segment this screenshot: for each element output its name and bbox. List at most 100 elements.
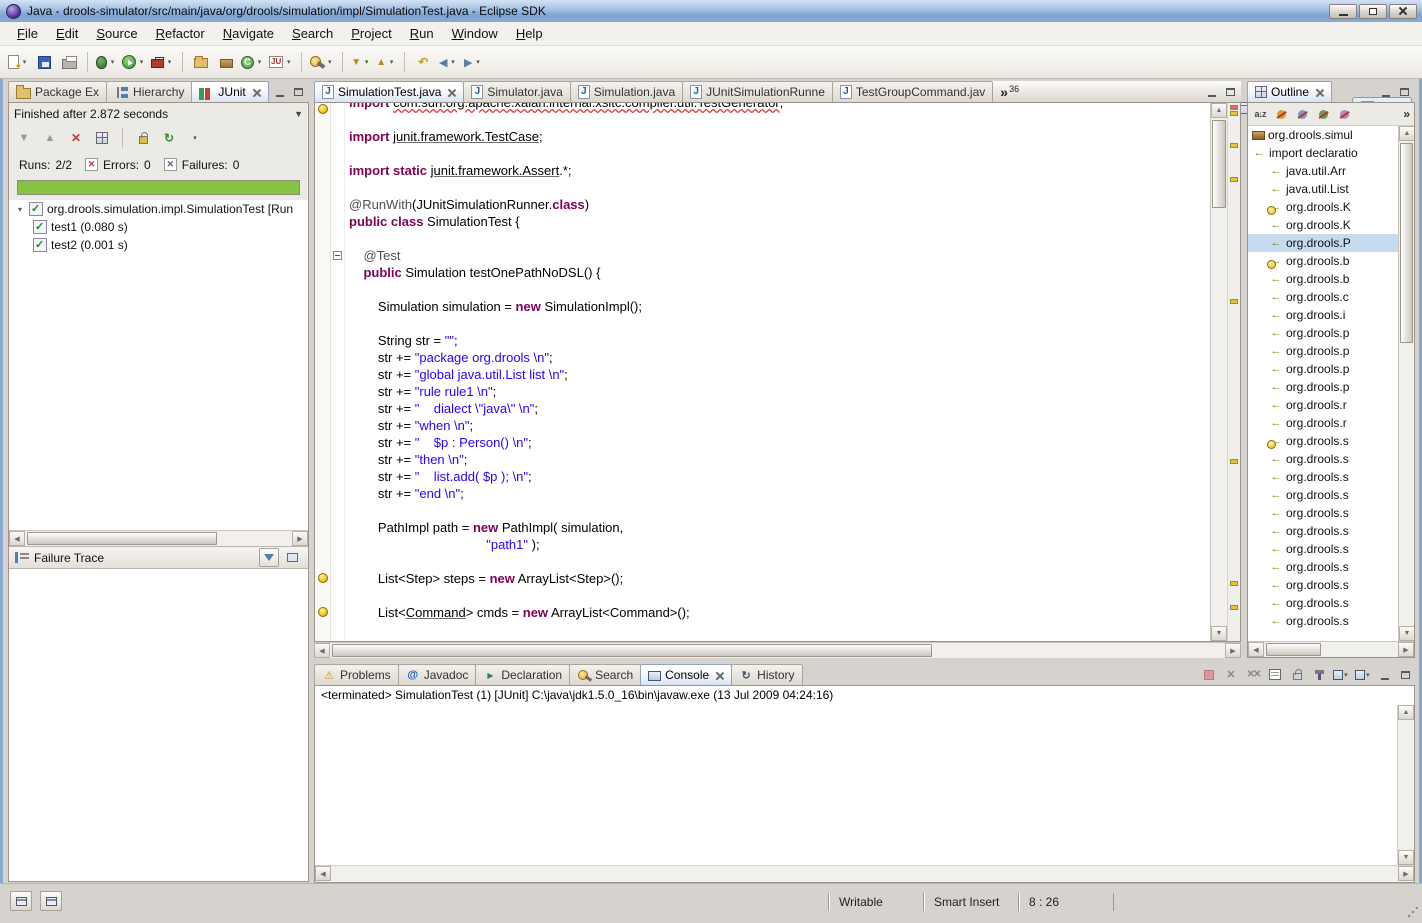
remove-launch-button[interactable]: ✕ bbox=[1223, 667, 1239, 682]
previous-annotation-button[interactable]: ▲▾ bbox=[374, 50, 398, 74]
console-tab-history[interactable]: History bbox=[731, 664, 802, 685]
editor-horizontal-scrollbar[interactable]: ◀ ▶ bbox=[314, 642, 1241, 658]
fast-view-button[interactable] bbox=[10, 891, 32, 911]
code-editor[interactable]: import com.sun.org.apache.xalan.internal… bbox=[345, 103, 1210, 641]
outline-item[interactable]: ←org.drools.P bbox=[1248, 234, 1398, 252]
close-window-button[interactable] bbox=[1389, 4, 1417, 19]
warning-marker-icon[interactable] bbox=[318, 104, 328, 114]
window-resize-grip[interactable] bbox=[1406, 907, 1418, 919]
new-java-project-button[interactable] bbox=[189, 50, 213, 74]
scroll-thumb[interactable] bbox=[1400, 143, 1413, 343]
view-menu-icon[interactable]: ▼ bbox=[294, 109, 303, 119]
junit-tree-item[interactable]: ▾org.drools.simulation.impl.SimulationTe… bbox=[9, 200, 308, 218]
console-output[interactable]: ▲ ▼ bbox=[315, 705, 1414, 865]
view-shortcut-button[interactable] bbox=[40, 891, 62, 911]
scroll-left-button[interactable]: ◀ bbox=[315, 866, 331, 881]
overview-annotation[interactable] bbox=[1230, 111, 1238, 116]
outline-item[interactable]: ←org.drools.s bbox=[1248, 558, 1398, 576]
menu-item-file[interactable]: File bbox=[8, 24, 47, 43]
editor-tab[interactable]: JJUnitSimulationRunne bbox=[682, 81, 833, 102]
outline-vertical-scrollbar[interactable]: ▲ ▼ bbox=[1398, 126, 1414, 641]
outline-item[interactable]: ←org.drools.K bbox=[1248, 198, 1398, 216]
scroll-down-button[interactable]: ▼ bbox=[1398, 850, 1414, 865]
overview-annotation[interactable] bbox=[1230, 143, 1238, 148]
close-tab-icon[interactable] bbox=[1315, 88, 1324, 97]
display-selected-console-button[interactable]: ▾ bbox=[1333, 667, 1349, 682]
console-tab-problems[interactable]: Problems bbox=[314, 664, 399, 685]
scroll-up-button[interactable]: ▲ bbox=[1211, 103, 1227, 118]
hide-static-members-button[interactable] bbox=[1294, 106, 1310, 122]
last-edit-location-button[interactable]: ↶ bbox=[411, 50, 435, 74]
outline-item[interactable]: ←java.util.List bbox=[1248, 180, 1398, 198]
scroll-left-button[interactable]: ◀ bbox=[314, 643, 330, 658]
outline-item[interactable]: ←org.drools.s bbox=[1248, 450, 1398, 468]
previous-failed-test-button[interactable]: ▲ bbox=[39, 127, 61, 149]
console-tab-search[interactable]: Search bbox=[569, 664, 641, 685]
menu-item-edit[interactable]: Edit bbox=[47, 24, 87, 43]
hide-fields-button[interactable] bbox=[1273, 106, 1289, 122]
outline-item[interactable]: ←java.util.Arr bbox=[1248, 162, 1398, 180]
overview-annotation[interactable] bbox=[1230, 581, 1238, 586]
editor-tab[interactable]: JTestGroupCommand.jav bbox=[832, 81, 993, 102]
scroll-lock-button[interactable] bbox=[1289, 667, 1305, 682]
maximize-editor-button[interactable] bbox=[1223, 85, 1238, 98]
outline-horizontal-scrollbar[interactable]: ◀ ▶ bbox=[1248, 641, 1414, 657]
outline-item[interactable]: ←org.drools.s bbox=[1248, 522, 1398, 540]
clear-console-button[interactable] bbox=[1267, 667, 1283, 682]
scroll-thumb[interactable] bbox=[1212, 120, 1226, 208]
outline-item[interactable]: ←org.drools.s bbox=[1248, 540, 1398, 558]
outline-item[interactable]: ←org.drools.p bbox=[1248, 342, 1398, 360]
view-tab-package-ex[interactable]: Package Ex bbox=[8, 81, 107, 102]
outline-item[interactable]: ←org.drools.s bbox=[1248, 504, 1398, 522]
scroll-thumb[interactable] bbox=[27, 532, 217, 545]
scroll-thumb[interactable] bbox=[1266, 643, 1321, 656]
collapse-region-icon[interactable] bbox=[333, 251, 342, 260]
filter-stack-trace-button[interactable] bbox=[259, 548, 279, 567]
overview-annotation[interactable] bbox=[1230, 299, 1238, 304]
console-tab-console[interactable]: Console bbox=[640, 664, 732, 685]
editor-tab[interactable]: JSimulator.java bbox=[463, 81, 570, 102]
show-failures-only-button[interactable] bbox=[91, 127, 113, 149]
external-tools-button[interactable]: ▾ bbox=[149, 50, 176, 74]
menu-item-window[interactable]: Window bbox=[443, 24, 507, 43]
outline-item[interactable]: ←org.drools.s bbox=[1248, 594, 1398, 612]
menu-item-project[interactable]: Project bbox=[342, 24, 400, 43]
toolbar-overflow-chevron[interactable]: » bbox=[1403, 107, 1410, 121]
scroll-lock-button[interactable] bbox=[132, 127, 154, 149]
view-tab-hierarchy[interactable]: Hierarchy bbox=[106, 81, 192, 102]
debug-button[interactable]: ▾ bbox=[94, 50, 119, 74]
outline-item[interactable]: ←org.drools.p bbox=[1248, 360, 1398, 378]
view-tab-outline[interactable]: Outline bbox=[1247, 81, 1332, 102]
editor-vertical-scrollbar[interactable]: ▲ ▼ bbox=[1210, 103, 1227, 641]
hide-local-types-button[interactable] bbox=[1336, 106, 1352, 122]
new-junit-test-button[interactable]: JU▾ bbox=[267, 50, 295, 74]
scroll-down-button[interactable]: ▼ bbox=[1211, 626, 1227, 641]
outline-item[interactable]: ←org.drools.s bbox=[1248, 612, 1398, 630]
outline-item[interactable]: ←org.drools.s bbox=[1248, 468, 1398, 486]
terminate-button[interactable] bbox=[1201, 667, 1217, 682]
restore-window-button[interactable] bbox=[1359, 4, 1387, 19]
outline-item[interactable]: ←org.drools.s bbox=[1248, 486, 1398, 504]
scroll-right-button[interactable]: ▶ bbox=[1398, 866, 1414, 881]
back-button[interactable]: ◀▾ bbox=[436, 50, 460, 74]
outline-item[interactable]: ←org.drools.r bbox=[1248, 396, 1398, 414]
new-wizard-button[interactable]: ▾ bbox=[6, 50, 31, 74]
close-tab-icon[interactable] bbox=[715, 671, 724, 680]
more-editors-chevron[interactable]: »36 bbox=[1000, 84, 1019, 102]
save-button[interactable] bbox=[32, 50, 56, 74]
minimize-editor-button[interactable] bbox=[1204, 85, 1219, 98]
warning-marker-icon[interactable] bbox=[318, 607, 328, 617]
maximize-view-button[interactable] bbox=[1398, 668, 1413, 681]
scroll-right-button[interactable]: ▶ bbox=[292, 531, 308, 546]
overview-annotation[interactable] bbox=[1230, 177, 1238, 182]
stop-test-run-button[interactable]: ✕ bbox=[65, 127, 87, 149]
editor-tab[interactable]: JSimulation.java bbox=[570, 81, 683, 102]
test-run-history-button[interactable]: ▾ bbox=[184, 127, 206, 149]
outline-item[interactable]: ←org.drools.r bbox=[1248, 414, 1398, 432]
view-tab-junit[interactable]: JUnit bbox=[191, 81, 268, 102]
junit-tree-item[interactable]: test1 (0.080 s) bbox=[9, 218, 308, 236]
next-failed-test-button[interactable]: ▼ bbox=[13, 127, 35, 149]
menu-item-run[interactable]: Run bbox=[401, 24, 443, 43]
maximize-view-button[interactable] bbox=[291, 85, 306, 98]
overview-ruler[interactable] bbox=[1227, 103, 1240, 641]
